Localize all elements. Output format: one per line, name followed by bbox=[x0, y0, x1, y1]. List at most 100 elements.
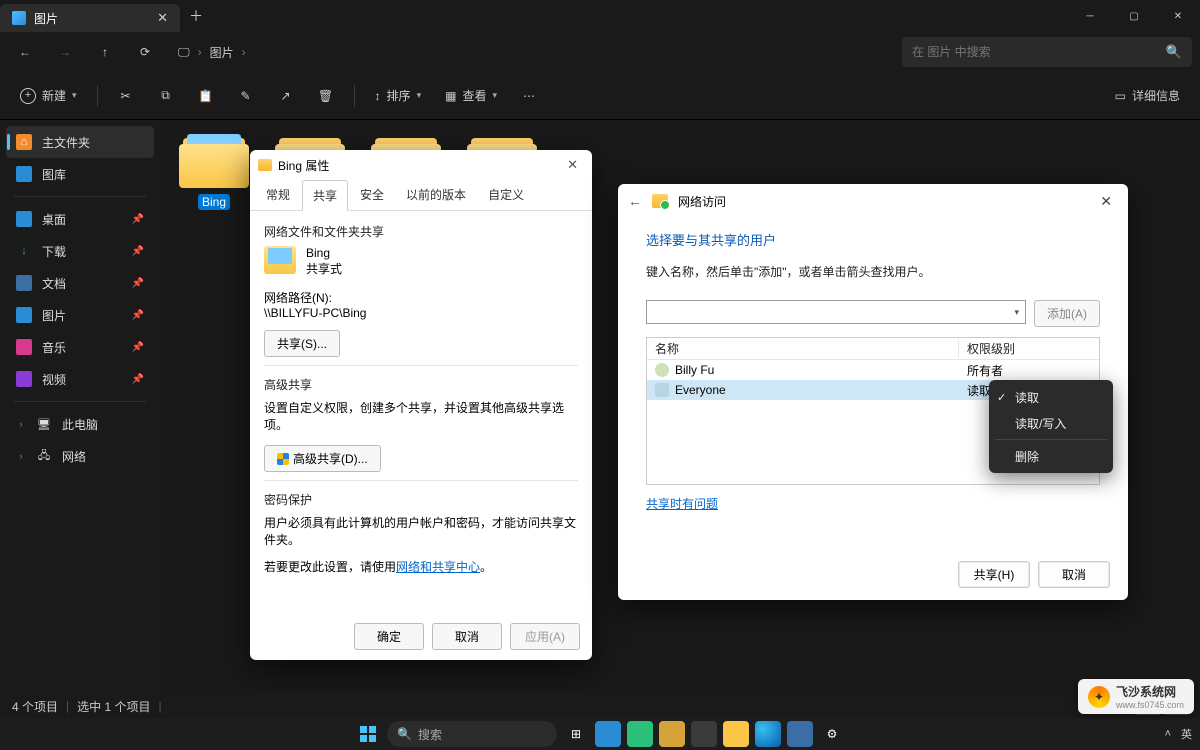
col-name[interactable]: 名称 bbox=[647, 340, 959, 357]
details-pane-button[interactable]: ▭ 详细信息 bbox=[1105, 79, 1190, 113]
pin-icon: 📌 bbox=[132, 310, 144, 321]
sidebar-item-label: 视频 bbox=[42, 371, 66, 388]
menu-item-readwrite[interactable]: 读取/写入 bbox=[989, 410, 1113, 436]
share-button[interactable]: 共享(S)... bbox=[264, 330, 340, 357]
sidebar-item-videos[interactable]: 视频 📌 bbox=[6, 363, 154, 395]
view-label: 查看 bbox=[462, 87, 486, 104]
tab-share[interactable]: 共享 bbox=[302, 180, 348, 211]
tab-pictures[interactable]: 图片 ✕ bbox=[0, 4, 180, 32]
taskbar-search[interactable]: 🔍 搜索 bbox=[387, 721, 557, 747]
breadcrumb-item[interactable]: 图片 bbox=[210, 44, 234, 61]
new-tab-button[interactable]: ＋ bbox=[180, 0, 212, 32]
permission-context-menu: 读取 读取/写入 删除 bbox=[989, 380, 1113, 473]
system-tray[interactable]: ˄ 英 bbox=[1165, 726, 1192, 742]
taskbar-app[interactable] bbox=[595, 721, 621, 747]
dialog-titlebar[interactable]: Bing 属性 ✕ bbox=[250, 150, 592, 180]
menu-item-read[interactable]: 读取 bbox=[989, 384, 1113, 410]
monitor-icon: 🖵 bbox=[178, 45, 190, 60]
ok-button[interactable]: 确定 bbox=[354, 623, 424, 650]
taskbar-settings[interactable]: ⚙ bbox=[819, 721, 845, 747]
more-icon: ⋯ bbox=[523, 89, 535, 103]
close-button[interactable]: ✕ bbox=[1094, 189, 1118, 214]
sidebar-item-music[interactable]: 音乐 📌 bbox=[6, 331, 154, 363]
permission-value: 所有者 bbox=[967, 362, 1003, 379]
dialog-heading: 选择要与其共享的用户 bbox=[646, 230, 1100, 249]
search-icon[interactable]: 🔍 bbox=[1166, 44, 1182, 60]
start-button[interactable] bbox=[355, 721, 381, 747]
advanced-share-button[interactable]: 高级共享(D)... bbox=[264, 445, 381, 472]
cut-button[interactable]: ✂ bbox=[108, 79, 144, 113]
forward-button[interactable]: → bbox=[48, 36, 82, 68]
close-tab-icon[interactable]: ✕ bbox=[157, 10, 168, 26]
titlebar: 图片 ✕ ＋ ─ ▢ ✕ bbox=[0, 0, 1200, 32]
paste-button[interactable]: 📋 bbox=[188, 79, 224, 113]
new-button[interactable]: + 新建 ▾ bbox=[10, 79, 87, 113]
copy-button[interactable]: ⧉ bbox=[148, 79, 184, 113]
refresh-button[interactable]: ⟳ bbox=[128, 36, 162, 68]
col-permission[interactable]: 权限级别 bbox=[959, 340, 1099, 357]
sidebar-item-downloads[interactable]: ↓ 下载 📌 bbox=[6, 235, 154, 267]
tray-chevron-icon[interactable]: ˄ bbox=[1165, 728, 1171, 740]
sidebar-item-thispc[interactable]: › 🖥 此电脑 bbox=[6, 408, 154, 440]
chevron-right-icon[interactable]: › bbox=[16, 419, 26, 429]
chevron-down-icon: ▾ bbox=[417, 90, 422, 101]
more-button[interactable]: ⋯ bbox=[511, 79, 547, 113]
network-center-link[interactable]: 网络和共享中心 bbox=[396, 560, 480, 574]
cancel-button[interactable]: 取消 bbox=[1038, 561, 1110, 588]
apply-button[interactable]: 应用(A) bbox=[510, 623, 580, 650]
taskbar-app[interactable] bbox=[691, 721, 717, 747]
search-input[interactable] bbox=[912, 45, 1166, 59]
task-view-button[interactable]: ⊞ bbox=[563, 721, 589, 747]
menu-item-remove[interactable]: 删除 bbox=[989, 443, 1113, 469]
maximize-button[interactable]: ▢ bbox=[1112, 0, 1156, 32]
gallery-icon bbox=[16, 166, 32, 182]
tab-general[interactable]: 常规 bbox=[256, 180, 300, 210]
user-name: Everyone bbox=[675, 383, 726, 397]
delete-button[interactable]: 🗑 bbox=[308, 79, 344, 113]
download-icon: ↓ bbox=[16, 243, 32, 259]
document-icon bbox=[16, 275, 32, 291]
breadcrumb[interactable]: 🖵 › 图片 › bbox=[168, 44, 256, 61]
minimize-button[interactable]: ─ bbox=[1068, 0, 1112, 32]
add-button[interactable]: 添加(A) bbox=[1034, 300, 1100, 327]
tab-previous-versions[interactable]: 以前的版本 bbox=[396, 180, 476, 210]
sidebar-item-pictures[interactable]: 图片 📌 bbox=[6, 299, 154, 331]
taskbar-store[interactable] bbox=[787, 721, 813, 747]
taskbar-app[interactable] bbox=[659, 721, 685, 747]
sidebar-item-desktop[interactable]: 桌面 📌 bbox=[6, 203, 154, 235]
chevron-right-icon[interactable]: › bbox=[16, 451, 26, 461]
tab-strip: 常规 共享 安全 以前的版本 自定义 bbox=[250, 180, 592, 211]
user-combobox[interactable]: ▾ bbox=[646, 300, 1026, 324]
table-row[interactable]: Billy Fu 所有者 bbox=[647, 360, 1099, 380]
sidebar-item-label: 主文件夹 bbox=[42, 134, 90, 151]
tab-security[interactable]: 安全 bbox=[350, 180, 394, 210]
search-box[interactable]: 🔍 bbox=[902, 37, 1192, 67]
shared-folder-icon bbox=[652, 194, 668, 208]
back-button[interactable]: ← bbox=[628, 193, 642, 209]
close-button[interactable]: ✕ bbox=[561, 153, 584, 177]
sort-button[interactable]: ↕ 排序 ▾ bbox=[365, 79, 432, 113]
taskbar-app[interactable] bbox=[627, 721, 653, 747]
cancel-button[interactable]: 取消 bbox=[432, 623, 502, 650]
ime-indicator[interactable]: 英 bbox=[1181, 726, 1192, 742]
sidebar-item-network[interactable]: › 🖧 网络 bbox=[6, 440, 154, 472]
sidebar-item-gallery[interactable]: 图库 bbox=[6, 158, 154, 190]
view-button[interactable]: ▦ 查看 ▾ bbox=[435, 79, 507, 113]
close-window-button[interactable]: ✕ bbox=[1156, 0, 1200, 32]
tab-custom[interactable]: 自定义 bbox=[478, 180, 534, 210]
share-confirm-button[interactable]: 共享(H) bbox=[958, 561, 1030, 588]
share-button[interactable]: ↗ bbox=[268, 79, 304, 113]
permissions-table: 名称 权限级别 Billy Fu 所有者 Everyone 读取▼ 读取 读取/… bbox=[646, 337, 1100, 485]
back-button[interactable]: ← bbox=[8, 36, 42, 68]
sidebar-item-documents[interactable]: 文档 📌 bbox=[6, 267, 154, 299]
scissors-icon: ✂ bbox=[121, 89, 131, 103]
up-button[interactable]: ↑ bbox=[88, 36, 122, 68]
folder-item-bing[interactable]: Bing bbox=[172, 132, 256, 210]
taskbar-edge[interactable] bbox=[755, 721, 781, 747]
dialog-titlebar[interactable]: ← 网络访问 ✕ bbox=[618, 184, 1128, 218]
sharing-help-link[interactable]: 共享时有问题 bbox=[646, 495, 718, 512]
rename-button[interactable]: ✎ bbox=[228, 79, 264, 113]
advanced-desc: 设置自定义权限，创建多个共享，并设置其他高级共享选项。 bbox=[264, 399, 578, 433]
sidebar-item-home[interactable]: ⌂ 主文件夹 bbox=[6, 126, 154, 158]
taskbar-explorer[interactable] bbox=[723, 721, 749, 747]
